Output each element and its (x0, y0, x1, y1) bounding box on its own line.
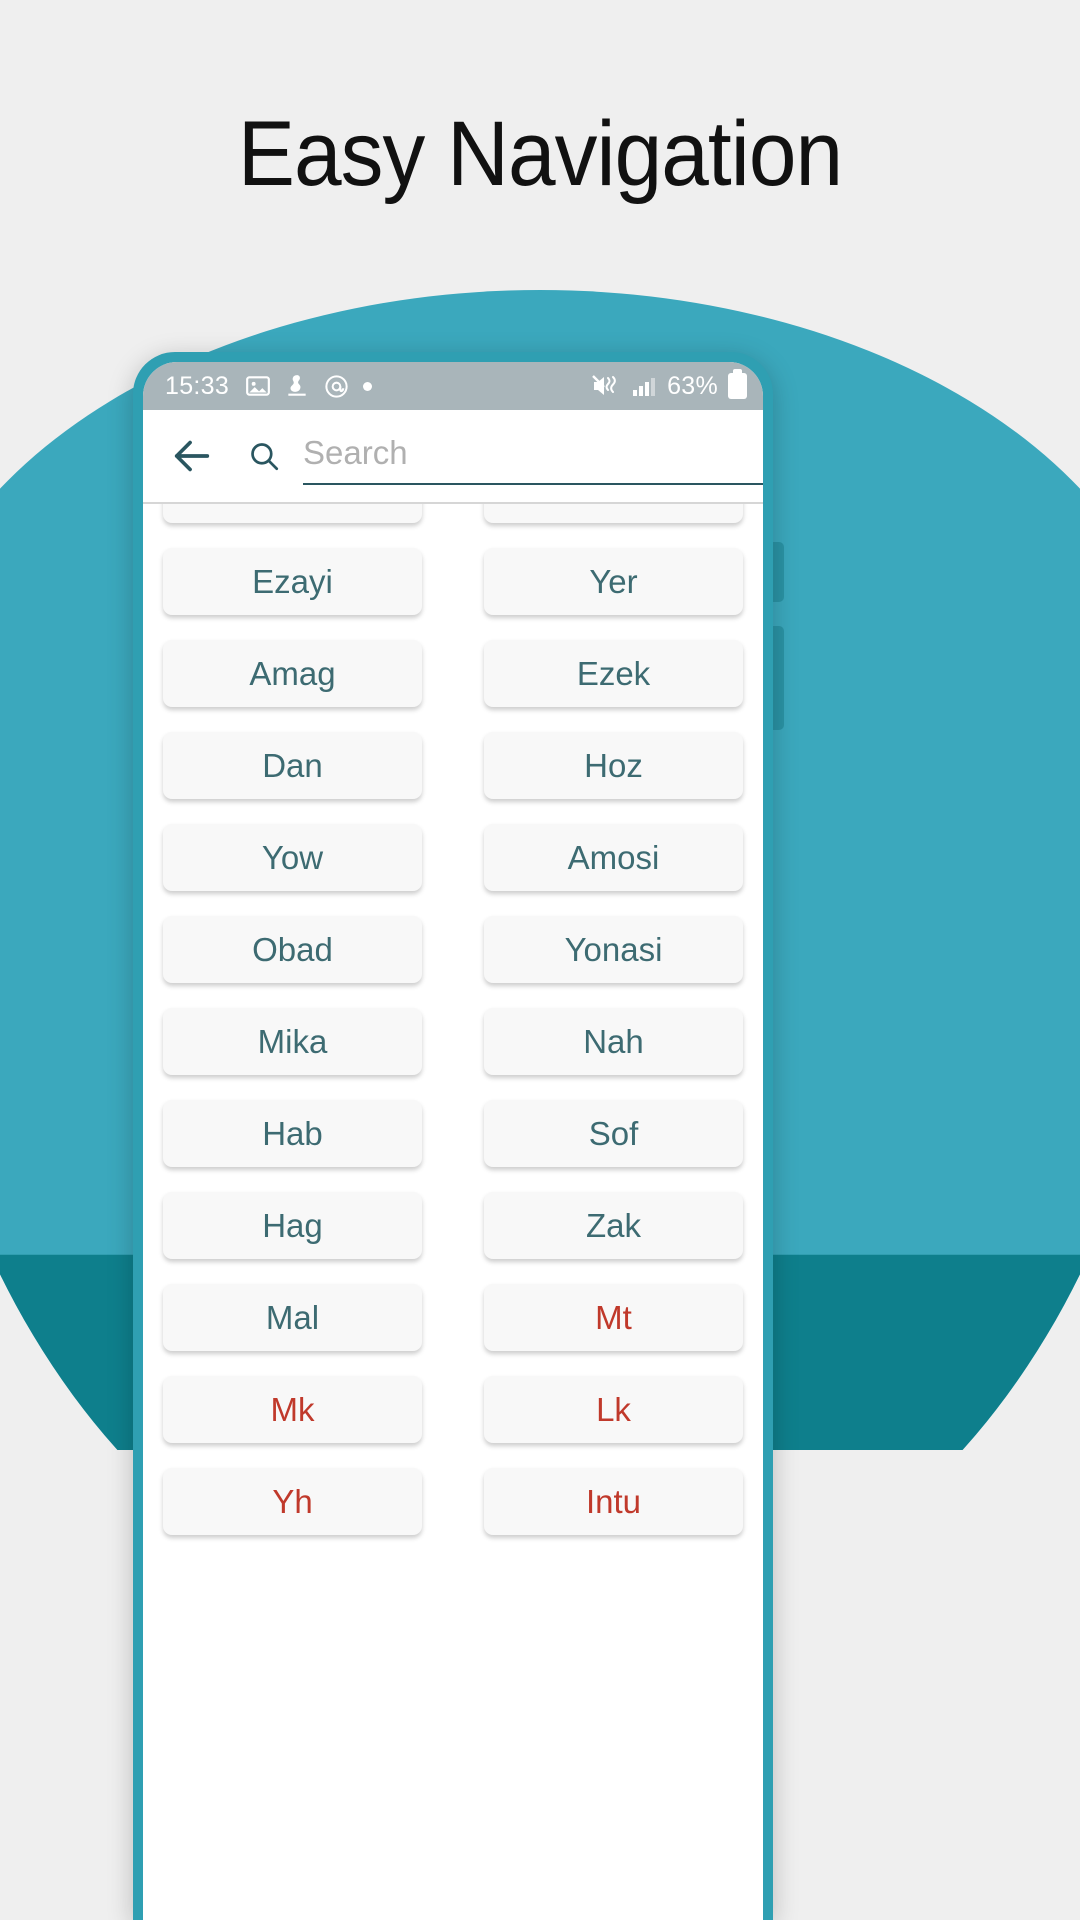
book-button[interactable]: Yer (484, 548, 743, 615)
status-bar-clock: 15:33 (165, 371, 230, 400)
book-button[interactable]: Yonasi (484, 916, 743, 983)
book-button[interactable]: Mt (484, 1284, 743, 1351)
status-bar: 15:33 63% (143, 362, 763, 410)
book-button[interactable]: Ezek (484, 640, 743, 707)
book-button[interactable]: Zak (484, 1192, 743, 1259)
do-not-disturb-icon (284, 373, 310, 399)
search-icon[interactable] (247, 439, 281, 473)
status-bar-right: 63% (591, 369, 747, 401)
book-button[interactable]: Mubw (163, 504, 422, 523)
book-grid: Mubw Ind Ezayi Yer Amag Ezek Dan Hoz Yow Amosi Oba… (163, 504, 743, 1535)
book-button[interactable]: Hab (163, 1100, 422, 1167)
book-button[interactable]: Amag (163, 640, 422, 707)
battery-percent-label: 63% (667, 371, 718, 400)
book-button[interactable]: Mal (163, 1284, 422, 1351)
book-button[interactable]: Hoz (484, 732, 743, 799)
phone-volume-down-button[interactable] (772, 626, 784, 730)
phone-frame: 15:33 63% Search Ezayi Yer Amag Ezek Dan… (133, 352, 773, 1920)
book-list[interactable]: Mubw Ind Ezayi Yer Amag Ezek Dan Hoz Yow Amosi Oba… (143, 504, 763, 1920)
signal-bars-icon (631, 373, 657, 399)
book-button[interactable]: Amosi (484, 824, 743, 891)
book-button[interactable]: Mk (163, 1376, 422, 1443)
page-title: Easy Navigation (237, 103, 843, 205)
search-input[interactable]: Search (303, 427, 763, 485)
search-bar: Search (143, 410, 763, 502)
back-arrow-icon[interactable] (169, 433, 215, 479)
book-button[interactable]: Yow (163, 824, 422, 891)
status-bar-left: 15:33 (165, 372, 591, 401)
book-button[interactable]: Yh (163, 1468, 422, 1535)
vibrate-mute-icon (591, 372, 621, 400)
book-button[interactable]: Obad (163, 916, 422, 983)
book-button[interactable]: Ezayi (163, 548, 422, 615)
phone-screen: 15:33 63% Search Ezayi Yer Amag Ezek Dan… (143, 362, 763, 1920)
book-button[interactable]: Hag (163, 1192, 422, 1259)
book-button[interactable]: Dan (163, 732, 422, 799)
dot-icon (363, 381, 373, 391)
book-button[interactable]: Lk (484, 1376, 743, 1443)
battery-icon (728, 369, 747, 399)
image-icon (245, 373, 271, 399)
book-button[interactable]: Mika (163, 1008, 422, 1075)
book-button[interactable]: Sof (484, 1100, 743, 1167)
email-at-icon (323, 373, 350, 400)
phone-volume-up-button[interactable] (772, 542, 784, 602)
book-button[interactable]: Ind (484, 504, 743, 523)
book-button[interactable]: Nah (484, 1008, 743, 1075)
book-button[interactable]: Intu (484, 1468, 743, 1535)
